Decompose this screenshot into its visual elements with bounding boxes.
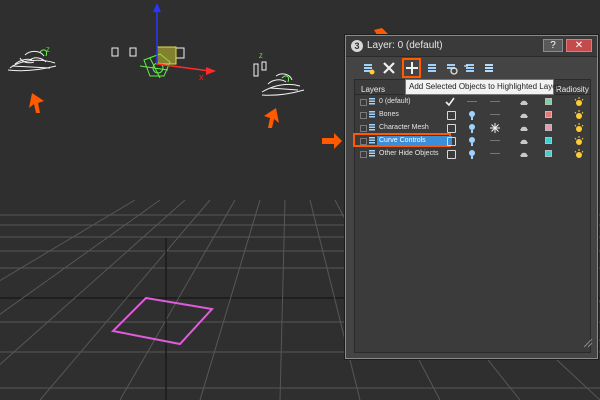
expand-toggle-icon[interactable] [360,112,367,119]
expand-toggle-icon[interactable] [360,125,367,132]
annotation-arrow-right-mesh [264,108,279,128]
layer-stack-icon [369,111,375,118]
app-logo-icon: 3 [351,40,363,52]
radiosity-column-header[interactable]: Radiosity [556,85,589,94]
layer-color-swatch[interactable] [545,150,552,157]
annotation-arrow-curve-controls [322,133,342,149]
layer-list-panel: Layers Radiosity 0 (default) Bones Chara… [353,79,591,353]
dialog-title: Layer: 0 (default) [367,40,443,51]
layer-name: 0 (default) [379,98,411,105]
expand-toggle-icon[interactable] [360,99,367,106]
radiosity-icon[interactable] [574,123,584,133]
layer-toolbar [354,58,590,78]
max-viewport-stage: Z Z X 3 Layer: 0 (default) ? ✕ Layers Ra… [0,0,600,400]
curve-control-square[interactable] [110,296,214,346]
hide-toggle[interactable] [467,101,477,102]
current-layer-checkbox[interactable] [447,124,456,133]
lightbulb-icon[interactable] [467,149,477,159]
layer-name: Bones [379,111,399,118]
layer-stack-icon [369,98,375,105]
teapot-render-icon[interactable] [519,123,529,133]
layer-name: Curve Controls [377,136,452,146]
freeze-toggle[interactable] [490,153,500,154]
toolbar-tooltip: Add Selected Objects to Highlighted Laye… [405,79,559,95]
radiosity-icon[interactable] [574,136,584,146]
highlight-selected-layer-icon[interactable] [443,60,459,76]
layer-color-swatch[interactable] [545,137,552,144]
layer-stack-icon [369,150,375,157]
character-mesh-left[interactable]: Z [7,48,57,72]
teapot-render-icon[interactable] [519,136,529,146]
hide-unhide-all-icon[interactable] [462,60,478,76]
resize-grip-icon[interactable] [581,336,593,348]
teapot-render-icon[interactable] [519,110,529,120]
freeze-toggle[interactable] [490,114,500,115]
current-layer-checkbox[interactable] [447,150,456,159]
radiosity-icon[interactable] [574,97,584,107]
teapot-render-icon[interactable] [519,97,529,107]
add-selected-to-layer-icon[interactable] [402,58,421,78]
current-layer-checkbox[interactable] [447,137,456,146]
lightbulb-icon[interactable] [467,123,477,133]
dialog-titlebar[interactable]: 3 Layer: 0 (default) ? ✕ [346,36,597,57]
expand-toggle-icon[interactable] [360,151,367,158]
layer-stack-icon [369,124,375,131]
layer-stack-icon [369,137,375,144]
layer-row-selected[interactable]: Curve Controls [353,133,590,147]
radiosity-icon[interactable] [574,149,584,159]
svg-text:Z: Z [46,48,50,54]
svg-text:Z: Z [259,54,263,60]
freeze-toggle[interactable] [490,101,500,102]
freeze-toggle[interactable] [490,140,500,141]
help-button[interactable]: ? [543,39,563,52]
layer-color-swatch[interactable] [545,111,552,118]
layer-name: Character Mesh [379,124,429,131]
layer-row[interactable]: 0 (default) [355,96,590,108]
layer-color-swatch[interactable] [545,124,552,131]
radiosity-icon[interactable] [574,110,584,120]
close-button[interactable]: ✕ [566,39,592,52]
expand-toggle-icon[interactable] [360,138,367,145]
svg-text:X: X [199,75,204,82]
layer-row[interactable]: Other Hide Objects [355,148,590,160]
create-new-layer-icon[interactable] [360,60,376,76]
select-objects-in-layer-icon[interactable] [424,60,440,76]
layer-row[interactable]: Bones [355,109,590,121]
lightbulb-icon[interactable] [467,136,477,146]
freeze-unfreeze-all-icon[interactable] [481,60,497,76]
current-layer-checkbox[interactable] [447,111,456,120]
layer-name: Other Hide Objects [379,150,439,157]
teapot-render-icon[interactable] [519,149,529,159]
snowflake-freeze-icon[interactable] [490,123,500,133]
character-mesh-right[interactable]: Z [253,54,305,96]
delete-layer-icon[interactable] [381,60,397,76]
lightbulb-icon[interactable] [467,110,477,120]
checkmark-icon[interactable] [445,97,455,107]
annotation-arrow-left-mesh [29,93,44,113]
layer-color-swatch[interactable] [545,98,552,105]
layers-column-header[interactable]: Layers [361,85,385,94]
